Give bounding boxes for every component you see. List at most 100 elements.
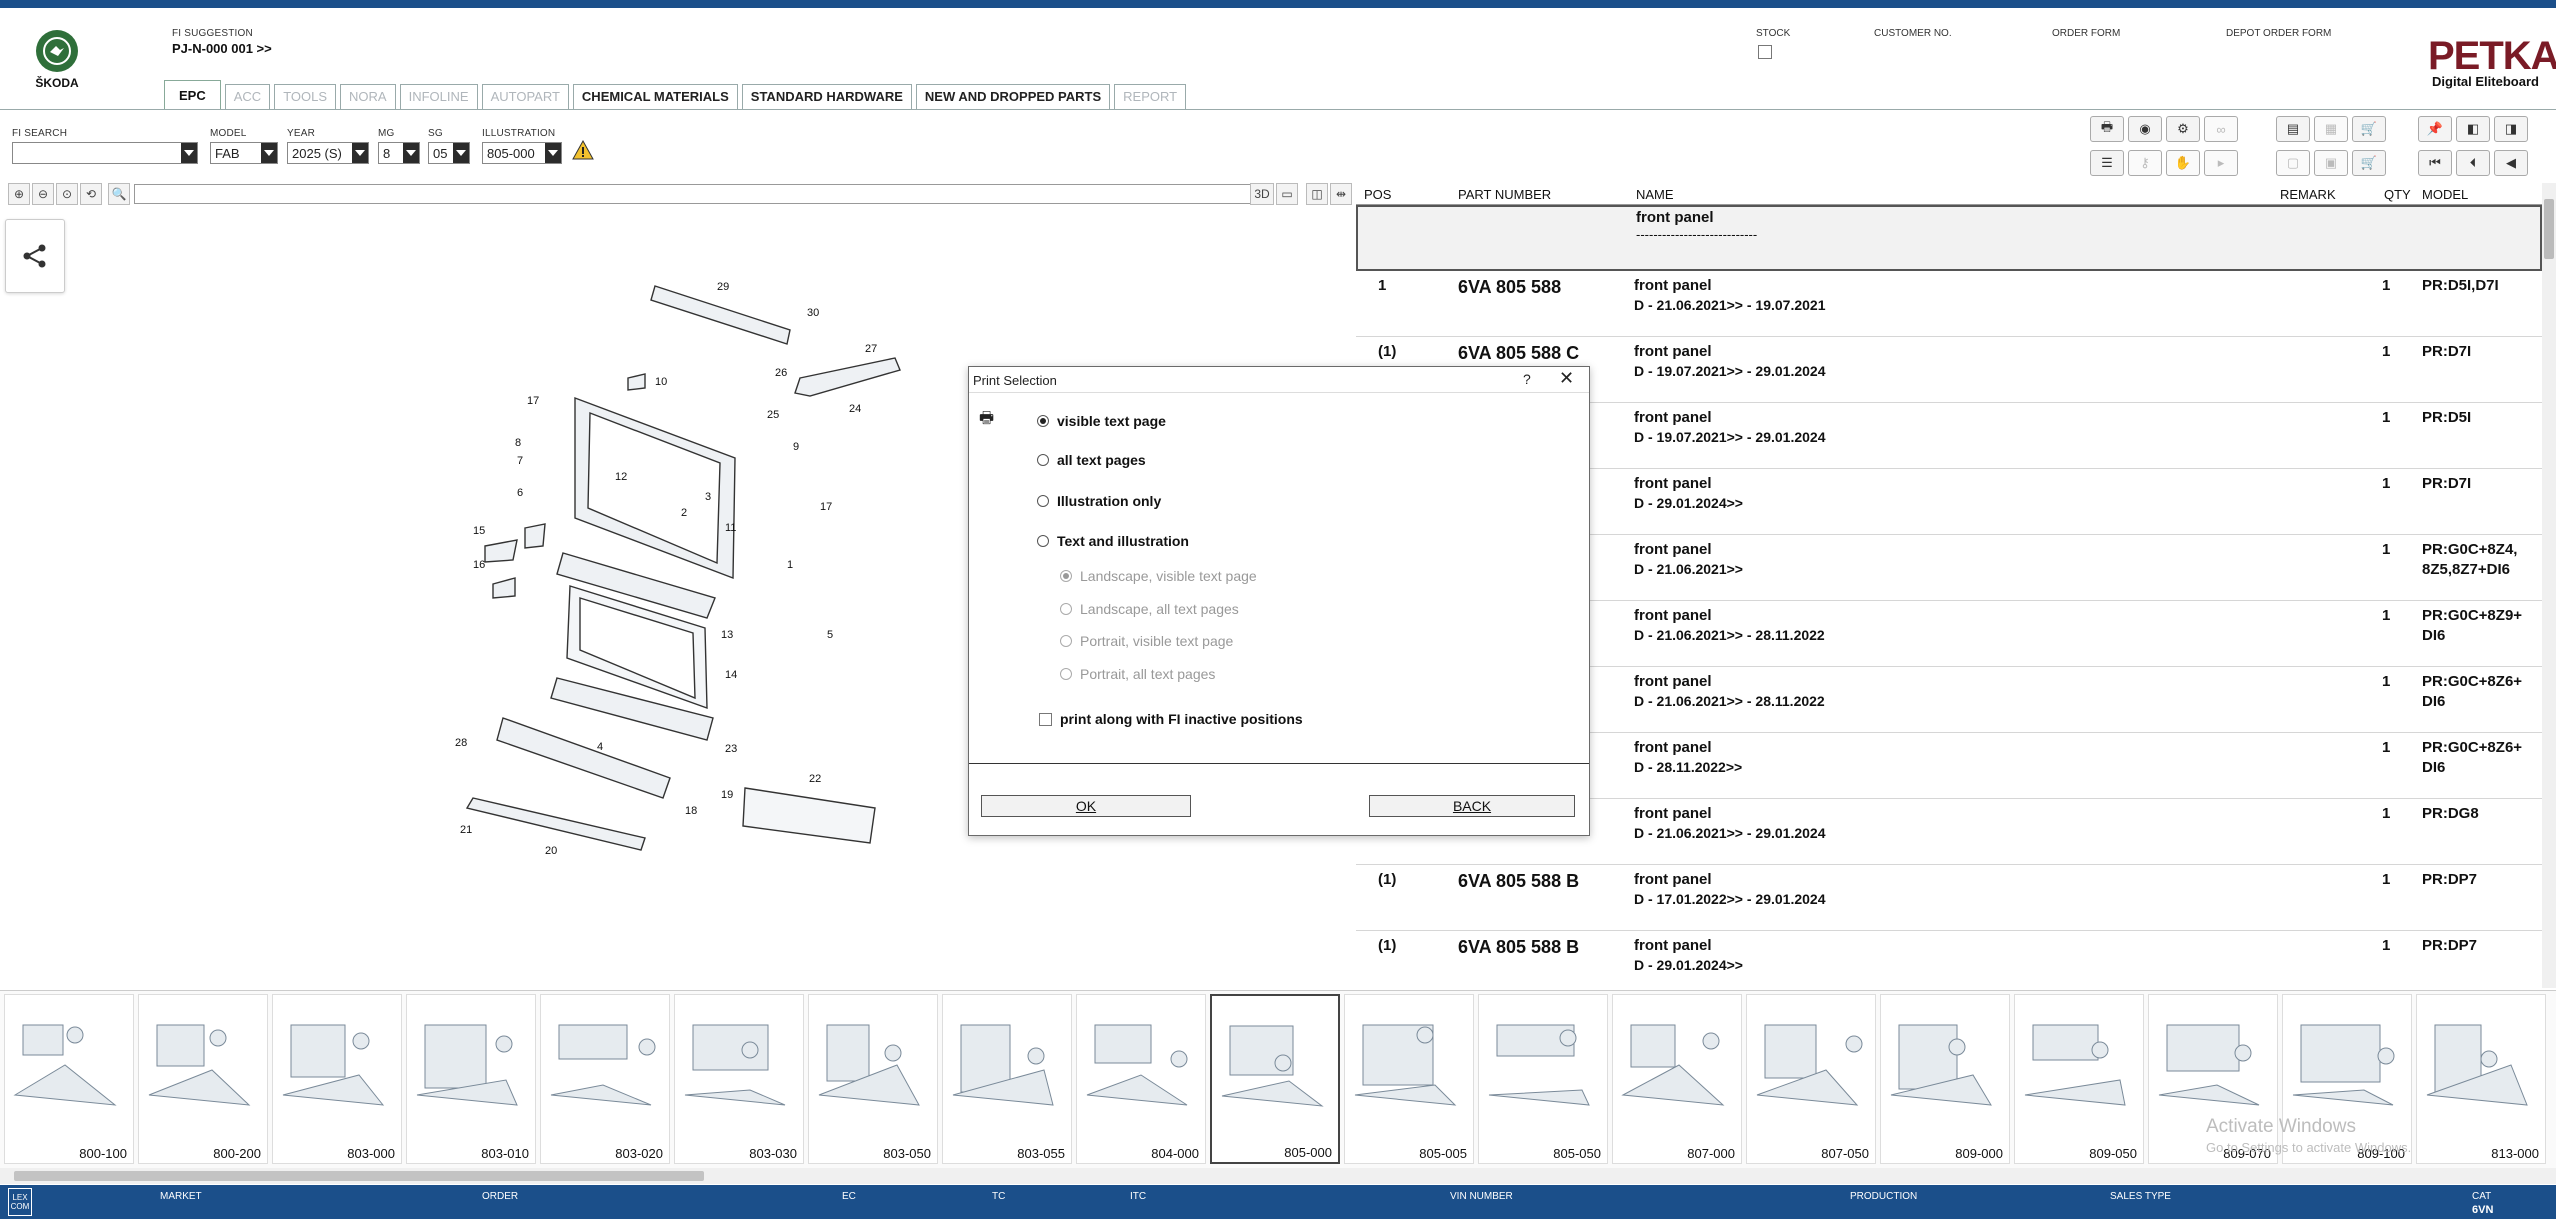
radio-landscape-visible[interactable]: Landscape, visible text page — [1060, 568, 1257, 584]
table-scrollbar[interactable] — [2542, 183, 2556, 988]
thumbnail-803-030[interactable]: 803-030 — [674, 994, 804, 1164]
col-part-number[interactable]: PART NUMBER — [1458, 187, 1551, 202]
tab-chemical-materials[interactable]: CHEMICAL MATERIALS — [572, 84, 738, 110]
print-icon[interactable]: 🖶 — [2090, 116, 2124, 142]
first-page-icon[interactable]: ⏮ — [2418, 150, 2452, 176]
tools-icon[interactable]: ⚙ — [2166, 116, 2200, 142]
illustration-select[interactable]: 805-000 — [482, 142, 562, 164]
sg-select[interactable]: 05 — [428, 142, 470, 164]
thumbnail-813-000[interactable]: 813-000 — [2416, 994, 2546, 1164]
table-row[interactable]: (1) 6VA 805 588 B front panel D - 17.01.202… — [1356, 865, 2542, 931]
thumbnail-809-050[interactable]: 809-050 — [2014, 994, 2144, 1164]
row-model: PR:DP7 — [2422, 937, 2478, 954]
glasses-icon[interactable]: ∞ — [2204, 116, 2238, 142]
tab-autopart[interactable]: AUTOPART — [481, 84, 569, 110]
expand-icon[interactable]: ⇹ — [1330, 183, 1352, 205]
parts-illustration[interactable]: 29 30 27 26 24 25 10 17 9 8 7 12 3 2 17 … — [445, 278, 905, 863]
thumbnail-809-100[interactable]: 809-100 — [2282, 994, 2412, 1164]
thumbnail-803-055[interactable]: 803-055 — [942, 994, 1072, 1164]
thumbnail-scrollbar[interactable] — [0, 1168, 2556, 1184]
table-row[interactable]: (1) 6VA 805 588 B front panel D - 29.01.202… — [1356, 931, 2542, 997]
pin-icon[interactable]: 📌 — [2418, 116, 2452, 142]
model-select[interactable]: FAB — [210, 142, 278, 164]
thumbnail-scrollbar-thumb[interactable] — [14, 1171, 704, 1181]
help-icon[interactable]: ? — [1523, 371, 1531, 387]
view-3d-button[interactable]: 3D — [1250, 183, 1274, 205]
zoom-in-icon[interactable]: ⊕ — [8, 183, 30, 205]
share-button[interactable] — [5, 219, 65, 293]
magnifier-icon[interactable]: 🔍 — [108, 183, 130, 205]
thumbnail-805-005[interactable]: 805-005 — [1344, 994, 1474, 1164]
zoom-fit-icon[interactable]: ⊙ — [56, 183, 78, 205]
col-pos[interactable]: POS — [1364, 187, 1391, 202]
radio-all-text-pages[interactable]: all text pages — [1037, 452, 1146, 468]
elsa-icon[interactable]: ▤ — [2276, 116, 2310, 142]
thumbnail-807-050[interactable]: 807-050 — [1746, 994, 1876, 1164]
thumbnail-800-100[interactable]: 800-100 — [4, 994, 134, 1164]
ok-button[interactable]: OK — [981, 795, 1191, 817]
hand-icon[interactable]: ✋ — [2166, 150, 2200, 176]
thumbnail-804-000[interactable]: 804-000 — [1076, 994, 1206, 1164]
thumbnail-809-000[interactable]: 809-000 — [1880, 994, 2010, 1164]
thumbnail-809-070[interactable]: 809-070 — [2148, 994, 2278, 1164]
radio-text-and-illustration[interactable]: Text and illustration — [1037, 533, 1189, 549]
back-button[interactable]: BACK — [1369, 795, 1575, 817]
tab-standard-hardware[interactable]: STANDARD HARDWARE — [741, 84, 912, 110]
zoom-slider[interactable] — [134, 184, 1258, 204]
table-group-header[interactable]: front panel ---------------------------- — [1356, 205, 2542, 271]
tab-report[interactable]: REPORT — [1114, 84, 1187, 110]
disc-icon[interactable]: ◉ — [2128, 116, 2162, 142]
tab-tools[interactable]: TOOLS — [274, 84, 337, 110]
book-prev-icon[interactable]: ◧ — [2456, 116, 2490, 142]
tab-nora[interactable]: NORA — [340, 84, 396, 110]
radio-landscape-all[interactable]: Landscape, all text pages — [1060, 601, 1239, 617]
radio-portrait-visible[interactable]: Portrait, visible text page — [1060, 633, 1233, 649]
mg-select[interactable]: 8 — [378, 142, 420, 164]
depot-order-form-label[interactable]: DEPOT ORDER FORM — [2226, 28, 2331, 39]
fi-suggestion-link[interactable]: PJ-N-000 001 >> — [172, 41, 272, 56]
thumbnail-803-020[interactable]: 803-020 — [540, 994, 670, 1164]
thumbnail-803-000[interactable]: 803-000 — [272, 994, 402, 1164]
radio-illustration-only[interactable]: Illustration only — [1037, 493, 1161, 509]
col-qty[interactable]: QTY — [2384, 187, 2411, 202]
service-icon[interactable]: ▦ — [2314, 116, 2348, 142]
col-remark[interactable]: REMARK — [2280, 187, 2336, 202]
table-row[interactable]: 1 6VA 805 588 front panel D - 21.06.2021>> … — [1356, 271, 2542, 337]
cart-icon[interactable]: 🛒 — [2352, 150, 2386, 176]
tab-infoline[interactable]: INFOLINE — [399, 84, 478, 110]
doc-disabled-icon[interactable]: ▢ — [2276, 150, 2310, 176]
thumbnail-805-050[interactable]: 805-050 — [1478, 994, 1608, 1164]
tab-new-dropped-parts[interactable]: NEW AND DROPPED PARTS — [915, 84, 1111, 110]
forward-disabled-icon[interactable]: ▸ — [2204, 150, 2238, 176]
list-icon[interactable]: ☰ — [2090, 150, 2124, 176]
prev-page-icon[interactable]: ◀ — [2494, 150, 2528, 176]
thumbnail-803-010[interactable]: 803-010 — [406, 994, 536, 1164]
fi-inactive-checkbox[interactable]: print along with FI inactive positions — [1039, 711, 1303, 727]
cart-add-icon[interactable]: 🛒 — [2352, 116, 2386, 142]
prev-section-icon[interactable]: ⏴ — [2456, 150, 2490, 176]
col-model[interactable]: MODEL — [2422, 187, 2468, 202]
key-icon[interactable]: ⚷ — [2128, 150, 2162, 176]
scrollbar-thumb[interactable] — [2544, 199, 2554, 259]
tab-acc[interactable]: ACC — [224, 84, 271, 110]
close-icon[interactable]: ✕ — [1559, 368, 1574, 389]
thumbnail-805-000[interactable]: 805-000 — [1210, 994, 1340, 1164]
doc2-disabled-icon[interactable]: ▣ — [2314, 150, 2348, 176]
stock-checkbox[interactable] — [1758, 45, 1772, 59]
year-select[interactable]: 2025 (S) — [287, 142, 369, 164]
order-form-label[interactable]: ORDER FORM — [2052, 28, 2120, 39]
zoom-reset-icon[interactable]: ⟲ — [80, 183, 102, 205]
view-columns-icon[interactable]: ◫ — [1306, 183, 1328, 205]
tab-epc[interactable]: EPC — [164, 80, 221, 110]
radio-portrait-all[interactable]: Portrait, all text pages — [1060, 666, 1215, 682]
thumbnail-807-000[interactable]: 807-000 — [1612, 994, 1742, 1164]
thumbnail-800-200[interactable]: 800-200 — [138, 994, 268, 1164]
radio-visible-text-page[interactable]: visible text page — [1037, 413, 1166, 429]
zoom-out-icon[interactable]: ⊖ — [32, 183, 54, 205]
thumbnail-803-050[interactable]: 803-050 — [808, 994, 938, 1164]
fi-search-select[interactable] — [12, 142, 198, 164]
warning-icon[interactable] — [572, 139, 594, 165]
book-next-icon[interactable]: ◨ — [2494, 116, 2528, 142]
col-name[interactable]: NAME — [1636, 187, 1674, 202]
view-split-icon[interactable]: ▭ — [1276, 183, 1298, 205]
